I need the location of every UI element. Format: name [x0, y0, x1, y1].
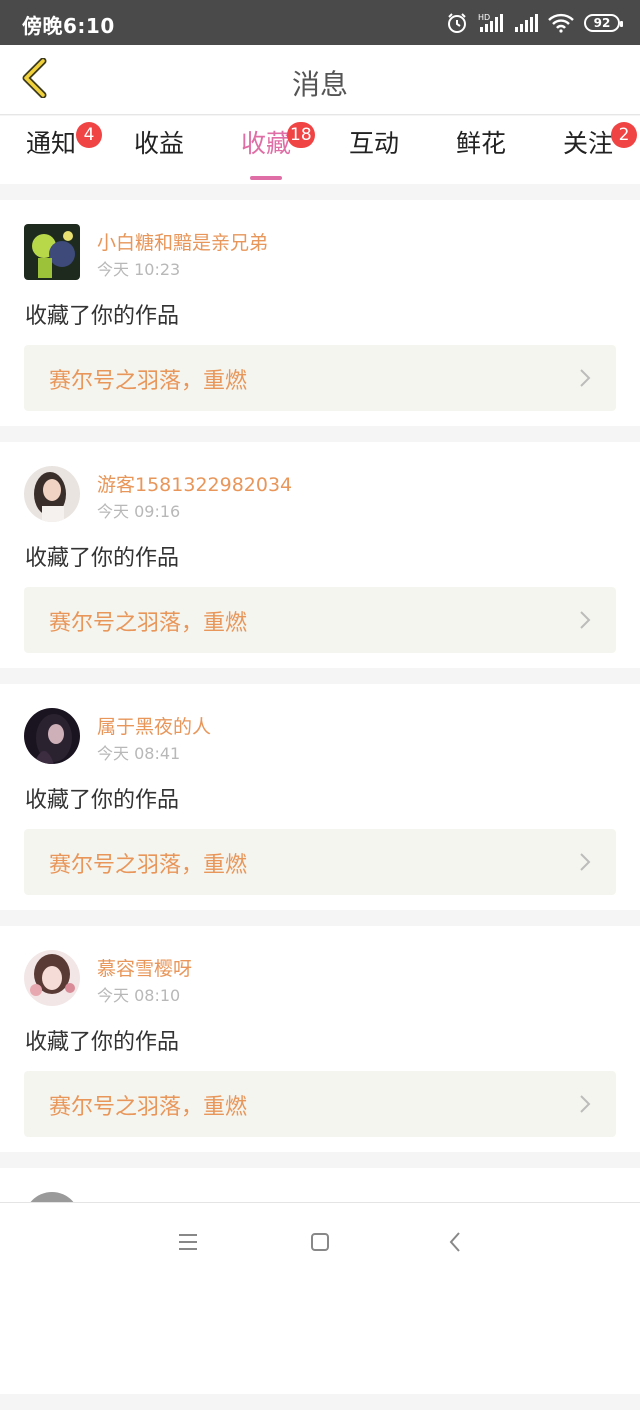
wifi-icon [548, 13, 574, 33]
chevron-right-icon [578, 609, 592, 635]
chevron-right-icon [578, 1093, 592, 1119]
tab-label: 关注 [562, 129, 613, 158]
status-bar: 傍晚6:10 HD 92 [0, 0, 640, 45]
username[interactable]: 游客1581322982034 [97, 470, 292, 497]
work-title: 赛尔号之羽落，重燃 [49, 611, 248, 636]
avatar[interactable] [24, 466, 80, 522]
list-item: 小白糖和黯是亲兄弟 今天 10:23 收藏了你的作品 赛尔号之羽落，重燃 [0, 200, 640, 426]
message-text: 收藏了你的作品 [25, 546, 180, 571]
tab-label: 互动 [348, 129, 399, 158]
work-title: 赛尔号之羽落，重燃 [49, 369, 248, 394]
tab-interactions[interactable]: 互动 [329, 126, 419, 182]
message-text: 收藏了你的作品 [25, 788, 180, 813]
svg-text:HD: HD [478, 13, 490, 22]
page-title: 消息 [291, 68, 348, 101]
work-title: 赛尔号之羽落，重燃 [49, 1095, 248, 1120]
tab-label: 收藏 [240, 129, 291, 158]
message-text: 收藏了你的作品 [25, 304, 180, 329]
notification-badge: 4 [76, 122, 102, 148]
menu-icon[interactable] [175, 1229, 201, 1255]
avatar[interactable] [24, 224, 80, 280]
battery-level: 92 [593, 16, 611, 30]
work-title: 赛尔号之羽落，重燃 [49, 853, 248, 878]
chevron-right-icon [578, 367, 592, 393]
tab-label: 通知 [25, 129, 76, 158]
avatar[interactable] [24, 708, 80, 764]
header: 消息 [0, 45, 640, 115]
tab-earnings[interactable]: 收益 [114, 126, 204, 182]
status-time: 傍晚6:10 [22, 14, 115, 38]
username[interactable]: 小白糖和黯是亲兄弟 [97, 228, 268, 255]
hd-signal-icon: HD [478, 12, 504, 34]
battery-icon: 92 [584, 14, 623, 32]
tab-follows[interactable]: 关注 2 [543, 122, 637, 182]
work-link[interactable]: 赛尔号之羽落，重燃 [24, 587, 616, 653]
message-text: 收藏了你的作品 [25, 1030, 180, 1055]
tab-notifications[interactable]: 通知 4 [6, 122, 102, 182]
active-tab-indicator [250, 176, 282, 180]
username[interactable]: 慕容雪樱呀 [97, 954, 192, 981]
chevron-right-icon [578, 851, 592, 877]
tab-label: 收益 [133, 129, 184, 158]
tab-favorites[interactable]: 收藏 18 [221, 122, 315, 182]
timestamp: 今天 10:23 [97, 260, 181, 279]
list-item: 属于黑夜的人 今天 08:41 收藏了你的作品 赛尔号之羽落，重燃 [0, 684, 640, 910]
work-link[interactable]: 赛尔号之羽落，重燃 [24, 1071, 616, 1137]
timestamp: 今天 08:10 [97, 986, 181, 1005]
signal-icon [514, 13, 538, 33]
tab-label: 鲜花 [455, 129, 506, 158]
system-nav-bar [0, 1202, 640, 1281]
back-icon[interactable] [442, 1229, 468, 1255]
username[interactable]: 属于黑夜的人 [97, 712, 211, 739]
home-icon[interactable] [307, 1229, 333, 1255]
timestamp: 今天 09:16 [97, 502, 181, 521]
tab-bar: 通知 4 收益 收藏 18 互动 鲜花 关注 2 [0, 116, 640, 184]
status-icons: HD 92 [446, 9, 623, 37]
favorites-badge: 18 [287, 122, 315, 148]
work-link[interactable]: 赛尔号之羽落，重燃 [24, 345, 616, 411]
avatar[interactable] [24, 950, 80, 1006]
timestamp: 今天 08:41 [97, 744, 181, 763]
alarm-icon [446, 12, 468, 34]
follows-badge: 2 [611, 122, 637, 148]
list-item: 慕容雪樱呀 今天 08:10 收藏了你的作品 赛尔号之羽落，重燃 [0, 926, 640, 1152]
tab-flowers[interactable]: 鲜花 [436, 126, 526, 182]
work-link[interactable]: 赛尔号之羽落，重燃 [24, 829, 616, 895]
list-item: 游客1581322982034 今天 09:16 收藏了你的作品 赛尔号之羽落，… [0, 442, 640, 668]
